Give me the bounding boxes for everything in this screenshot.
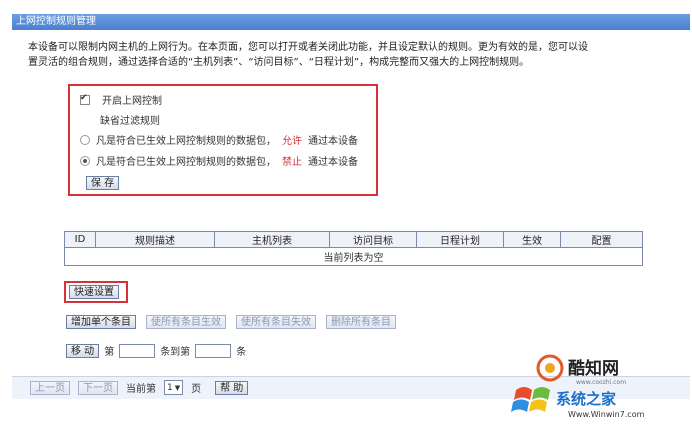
help-button[interactable]: 帮 助 <box>215 380 249 395</box>
column-header-schedule: 日程计划 <box>416 231 504 248</box>
option-allow-suffix: 通过本设备 <box>308 136 358 147</box>
chevron-down-icon: ▼ <box>174 383 181 392</box>
enable-control-label: 开启上网控制 <box>102 96 162 107</box>
add-entry-button[interactable]: 增加单个条目 <box>66 315 136 329</box>
next-page-button[interactable]: 下一页 <box>78 380 118 395</box>
description-line-1: 本设备可以限制内网主机的上网行为。在本页面，您可以打开或者关闭此功能，并且设定默… <box>28 42 588 53</box>
table-row: 当前列表为空 <box>64 247 643 266</box>
option-allow-radio[interactable] <box>80 134 90 145</box>
move-row: 移 动 第 条到第 条 <box>66 343 246 358</box>
column-header-host-list: 主机列表 <box>214 231 330 248</box>
option-allow-prefix: 凡是符合已生效上网控制规则的数据包， <box>96 136 276 147</box>
windows-logo-icon <box>511 387 550 412</box>
table-header-row: ID 规则描述 主机列表 访问目标 日程计划 生效 配置 <box>64 231 643 248</box>
delete-all-button[interactable]: 删除所有条目 <box>326 315 396 329</box>
current-page-label: 当前第 <box>126 384 156 395</box>
watermark-dot-icon <box>545 363 555 373</box>
page-select[interactable]: 1 ▼ <box>164 380 184 395</box>
move-button[interactable]: 移 动 <box>66 343 100 358</box>
option-deny-suffix: 通过本设备 <box>308 157 358 168</box>
bulk-actions-row: 增加单个条目 使所有条目生效 使所有条目失效 删除所有条目 <box>66 315 396 329</box>
column-header-enabled: 生效 <box>503 231 561 248</box>
option-allow-action: 允许 <box>282 136 302 147</box>
watermark-url: Www.Winwin7.com <box>568 410 645 419</box>
watermark-site-small: www.coozhi.com <box>576 379 626 386</box>
disable-all-button[interactable]: 使所有条目失效 <box>236 315 316 329</box>
pagination-controls: 上一页 下一页 当前第 1 ▼ 页 帮 助 <box>30 380 249 395</box>
table-empty-text: 当前列表为空 <box>64 247 643 266</box>
move-middle-label: 条到第 <box>160 347 191 358</box>
move-prefix-label: 第 <box>104 347 115 358</box>
option-deny-row: 凡是符合已生效上网控制规则的数据包， 禁止 通过本设备 <box>80 153 358 168</box>
move-to-input[interactable] <box>195 343 232 358</box>
watermark-logo: 酷知网 www.coozhi.com 系统之家 Www.Winwin7.com <box>508 354 684 420</box>
move-suffix-label: 条 <box>236 347 247 358</box>
window-title: 上网控制规则管理 <box>16 16 96 27</box>
column-header-description: 规则描述 <box>95 231 215 248</box>
option-deny-action: 禁止 <box>282 157 302 168</box>
quick-setup-button[interactable]: 快速设置 <box>69 285 119 299</box>
description-line-2: 置灵活的组合规则，通过选择合适的“主机列表”、“访问目标”、“日程计划”，构成完… <box>28 57 530 68</box>
default-rule-heading: 缺省过滤规则 <box>100 112 160 127</box>
option-allow-row: 凡是符合已生效上网控制规则的数据包， 允许 通过本设备 <box>80 132 358 147</box>
enable-all-button[interactable]: 使所有条目生效 <box>146 315 226 329</box>
page-select-value: 1 <box>167 382 173 393</box>
option-deny-radio[interactable] <box>80 155 90 166</box>
save-button[interactable]: 保 存 <box>86 176 120 190</box>
rules-table: ID 规则描述 主机列表 访问目标 日程计划 生效 配置 当前列表为空 <box>64 231 643 266</box>
window-title-bar: 上网控制规则管理 <box>12 14 690 30</box>
column-header-config: 配置 <box>560 231 643 248</box>
default-rule-label: 缺省过滤规则 <box>100 116 160 127</box>
watermark-brand-bottom: 系统之家 <box>556 390 616 408</box>
page-description: 本设备可以限制内网主机的上网行为。在本页面，您可以打开或者关闭此功能，并且设定默… <box>28 40 668 70</box>
enable-control-row: 开启上网控制 <box>80 92 162 107</box>
option-deny-prefix: 凡是符合已生效上网控制规则的数据包， <box>96 157 276 168</box>
watermark-brand-top: 酷知网 <box>568 358 619 379</box>
enable-control-checkbox[interactable] <box>80 93 90 105</box>
column-header-id: ID <box>64 231 96 248</box>
move-from-input[interactable] <box>119 343 156 358</box>
column-header-target: 访问目标 <box>329 231 417 248</box>
page-suffix-label: 页 <box>191 384 202 395</box>
prev-page-button[interactable]: 上一页 <box>30 380 70 395</box>
watermark-graphic: 酷知网 www.coozhi.com 系统之家 Www.Winwin7.com <box>511 354 645 419</box>
